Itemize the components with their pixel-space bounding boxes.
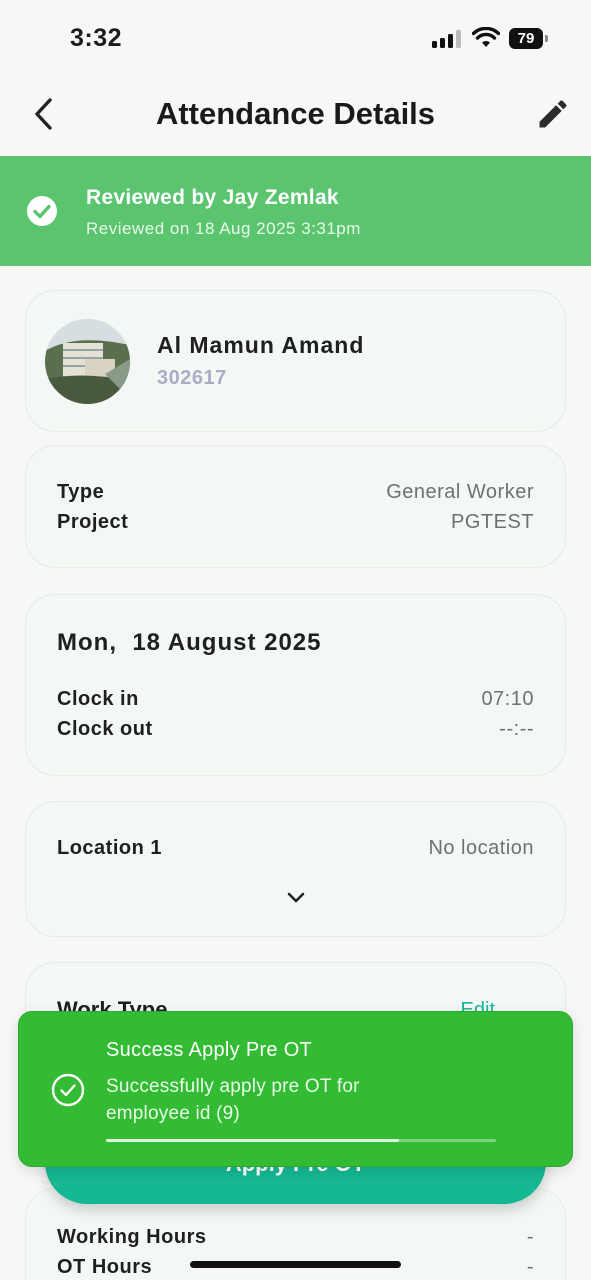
employee-id: 302617 bbox=[157, 367, 227, 389]
employee-card: Al Mamun Amand 302617 bbox=[25, 290, 566, 432]
location-label: Location 1 bbox=[57, 836, 163, 859]
status-time: 3:32 bbox=[70, 24, 123, 52]
project-label: Project bbox=[57, 510, 129, 533]
ot-hours-label: OT Hours bbox=[57, 1255, 153, 1278]
home-indicator bbox=[190, 1261, 401, 1268]
review-subtitle: Reviewed on 18 Aug 2025 3:31pm bbox=[86, 219, 361, 238]
location-card[interactable]: Location 1 No location bbox=[25, 801, 566, 937]
working-hours-row: Working Hours - bbox=[57, 1223, 534, 1251]
clock-in-row: Clock in 07:10 bbox=[57, 685, 534, 713]
type-row: Type General Worker bbox=[57, 478, 534, 506]
clock-in-label: Clock in bbox=[57, 687, 139, 710]
clock-out-value: --:-- bbox=[499, 717, 534, 740]
edit-button[interactable] bbox=[535, 96, 571, 132]
location-row: Location 1 No location bbox=[57, 834, 534, 862]
battery-tip bbox=[545, 35, 548, 42]
check-circle-icon bbox=[51, 1073, 85, 1107]
employee-name: Al Mamun Amand bbox=[157, 332, 365, 358]
toast-progress-fill bbox=[106, 1139, 399, 1142]
clock-in-value: 07:10 bbox=[481, 687, 534, 710]
location-value: No location bbox=[428, 836, 534, 859]
clock-out-label: Clock out bbox=[57, 717, 153, 740]
working-hours-value: - bbox=[526, 1225, 534, 1248]
success-toast[interactable]: Success Apply Pre OT Successfully apply … bbox=[18, 1011, 573, 1167]
wifi-icon bbox=[472, 27, 500, 47]
check-circle-icon bbox=[27, 196, 57, 226]
project-row: Project PGTEST bbox=[57, 508, 534, 536]
chevron-down-icon[interactable] bbox=[284, 890, 308, 906]
working-hours-label: Working Hours bbox=[57, 1225, 207, 1248]
signal-icon bbox=[432, 30, 461, 48]
app-header: Attendance Details bbox=[0, 78, 591, 156]
attendance-date: Mon, 18 August 2025 bbox=[57, 629, 322, 656]
attendance-card: Mon, 18 August 2025 Clock in 07:10 Clock… bbox=[25, 594, 566, 776]
review-banner: Reviewed by Jay Zemlak Reviewed on 18 Au… bbox=[0, 156, 591, 266]
toast-progress-bar bbox=[106, 1139, 496, 1142]
type-value: General Worker bbox=[386, 480, 534, 503]
status-bar: 3:32 79 bbox=[0, 0, 591, 78]
employee-info-card: Type General Worker Project PGTEST bbox=[25, 445, 566, 568]
ot-hours-value: - bbox=[526, 1255, 534, 1278]
battery-icon: 79 bbox=[509, 28, 543, 49]
type-label: Type bbox=[57, 480, 105, 503]
pencil-icon bbox=[539, 100, 567, 128]
clock-out-row: Clock out --:-- bbox=[57, 715, 534, 743]
toast-title: Success Apply Pre OT bbox=[106, 1039, 313, 1061]
page-title: Attendance Details bbox=[155, 96, 436, 131]
review-title: Reviewed by Jay Zemlak bbox=[86, 186, 339, 209]
avatar bbox=[45, 319, 130, 404]
project-value: PGTEST bbox=[450, 510, 534, 533]
toast-message: Successfully apply pre OT for employee i… bbox=[106, 1076, 360, 1124]
